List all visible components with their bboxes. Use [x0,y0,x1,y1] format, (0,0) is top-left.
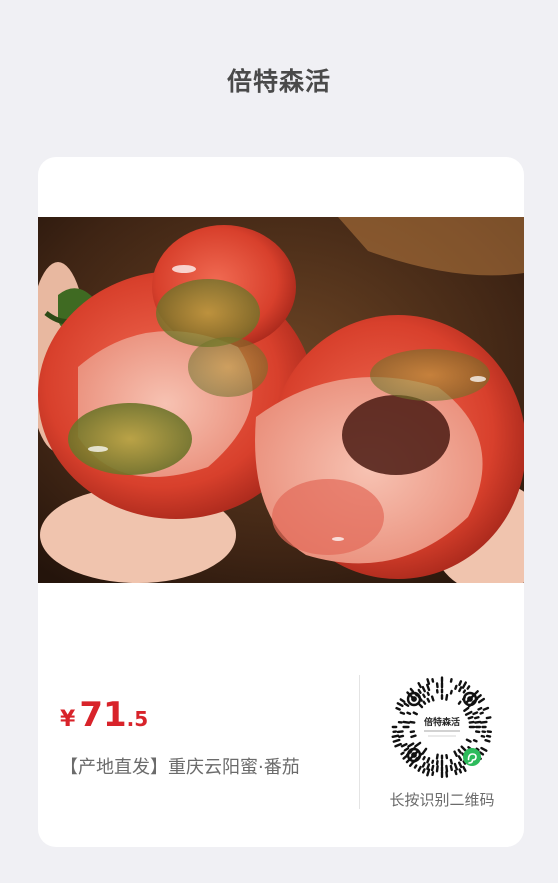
qr-pattern-bar [473,716,480,720]
qr-pattern-bar [426,678,431,685]
qr-code-label: 长按识别二维码 [389,791,495,809]
qr-pattern-bar [426,757,431,764]
price-currency-symbol: ¥ [60,707,76,732]
qr-brand-text: 倍特森活 [424,716,460,728]
qr-pattern-bar [479,720,488,724]
qr-pattern-bar [449,764,453,772]
qr-pattern-bar [391,734,400,738]
qr-pattern-bar [431,759,435,764]
product-price: ¥71.5 [60,695,148,735]
qr-pattern-bar [457,748,462,754]
qr-pattern-bar [430,695,435,702]
qr-pattern-bar [400,751,405,756]
qr-pattern-bar [426,768,431,777]
qr-pattern-bar [449,689,453,695]
price-integer: 71 [79,695,127,735]
qr-pattern-bar [410,734,417,739]
qr-pattern-bar [472,739,478,743]
qr-pattern-bar [485,716,492,720]
wechat-mini-program-icon [463,748,481,766]
qr-pattern-bar [426,683,431,692]
qr-finder-dot [411,696,417,702]
qr-pattern-bar [421,768,426,774]
qr-pattern-bar [426,763,431,770]
qr-pattern-bar [426,691,430,696]
qr-pattern-bar [474,720,482,724]
qr-pattern-bar [479,711,484,715]
product-image[interactable] [38,217,524,583]
qr-pattern-bar [458,686,463,693]
qr-pattern-bar [482,706,490,711]
qr-pattern-bar [480,734,486,738]
qr-pattern-bar [421,761,426,768]
qr-pattern-bar [406,711,412,715]
qr-pattern-bar [449,758,453,765]
qr-pattern-bar [422,755,426,761]
qr-pattern-bar [435,764,439,773]
qr-pattern-bar [399,711,406,715]
product-card[interactable]: ¥71.5 【产地直发】重庆云阳蜜·番茄 倍特森活 长按识别二维码 [38,157,524,847]
qr-pattern-bar [485,734,492,738]
qr-pattern-bar [457,700,462,705]
qr-pattern-bar [426,697,431,703]
qr-pattern-bar [422,693,426,699]
qr-pattern-bar [403,747,410,752]
qr-pattern-bar [418,703,424,709]
qr-pattern-bar [402,720,411,724]
qr-finder-dot [467,696,473,702]
qr-pattern-bar [465,738,472,743]
qr-pattern-bar [458,768,462,774]
qr-pattern-bar [458,680,463,687]
qr-code-icon[interactable]: 倍特森活 [390,675,494,779]
qr-pattern-bar [468,720,475,724]
page-title: 倍特森活 [226,67,331,96]
qr-pattern-bar [462,689,467,694]
qr-pattern-bar [413,764,418,769]
qr-pattern-bar [466,685,471,690]
qr-pattern-bar [396,730,404,734]
qr-pattern-bar [467,715,474,720]
qr-finder-dot [411,752,417,758]
qr-pattern-bar [445,693,449,701]
qr-pattern-bar [395,706,401,711]
qr-pattern-bar [472,711,479,716]
qr-pattern-bar [445,764,449,773]
qr-pattern-bar [412,711,418,716]
qr-pattern-bar [397,734,405,738]
qr-pattern-bar [454,769,458,776]
qr-pattern-bar [484,739,491,743]
price-decimal: .5 [126,707,149,731]
divider [359,675,360,809]
qr-pattern-bar [422,700,427,705]
qr-pattern-bar [454,684,458,690]
qr-pattern-bar [409,720,416,724]
qr-pattern-bar [409,687,415,693]
qr-pattern-bar [392,738,401,743]
qr-pattern-bar [477,706,483,711]
qr-pattern-bar [430,764,435,772]
qr-pattern-bar [435,753,439,760]
product-name: 【产地直发】重庆云阳蜜·番茄 [60,757,300,778]
qr-pattern-bar [417,688,422,694]
